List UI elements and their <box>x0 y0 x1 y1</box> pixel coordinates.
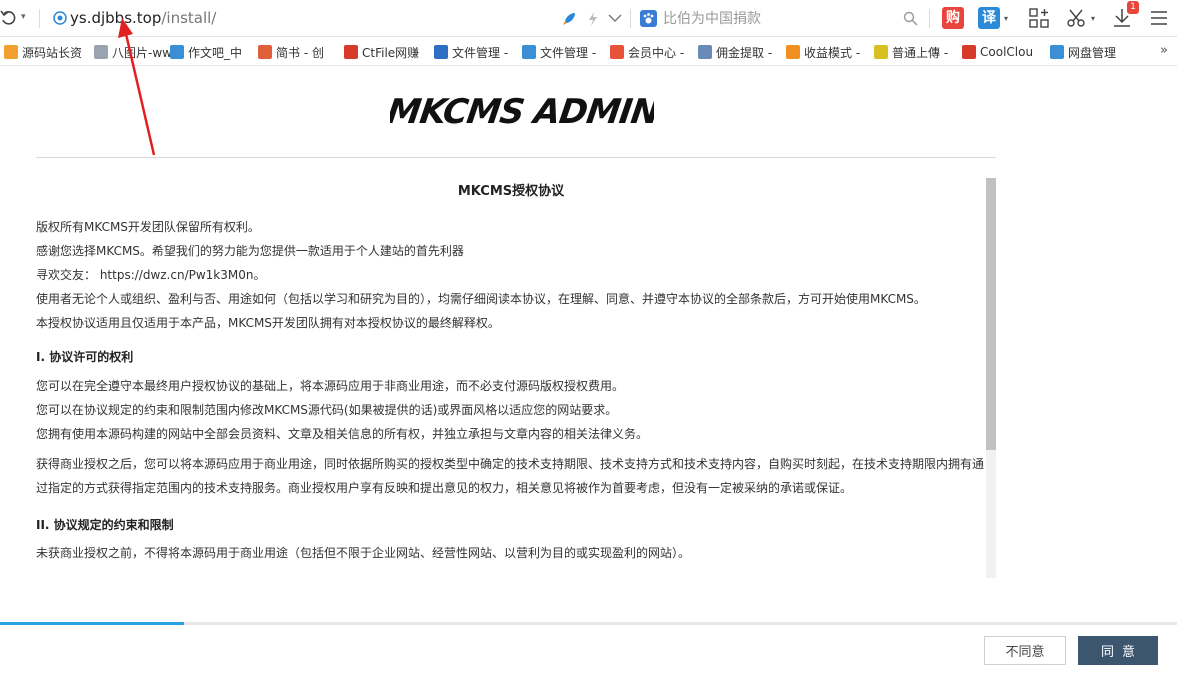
agree-button[interactable]: 同意 <box>1078 636 1158 665</box>
bookmark-label: 会员中心 - <box>628 45 685 60</box>
license-paragraph: 获得商业授权之后，您可以将本源码应用于商业用途，同时依据所购买的授权类型中确定的… <box>36 457 985 495</box>
bookmark-item[interactable]: 作文吧_中 <box>170 43 242 61</box>
chevron-down-icon[interactable]: ▾ <box>21 12 26 22</box>
license-paragraph: 感谢您选择MKCMS。希望我们的努力能为您提供一款适用于个人建站的首先利器 <box>36 244 464 258</box>
bookmark-favicon-icon <box>610 45 624 59</box>
license-paragraph: 版权所有MKCMS开发团队保留所有权利。 <box>36 220 260 234</box>
bookmark-item[interactable]: 文件管理 - <box>434 43 508 61</box>
chevron-down-icon[interactable]: ▾ <box>1004 14 1008 23</box>
license-paragraph: 使用者无论个人或组织、盈利与否、用途如何（包括以学习和研究为目的），均需仔细阅读… <box>36 292 926 306</box>
bookmark-label: 收益模式 - <box>804 45 861 60</box>
license-paragraph: 寻欢交友： https://dwz.cn/Pw1k3M0n。 <box>36 268 266 282</box>
back-icon[interactable] <box>0 9 18 27</box>
bookmark-favicon-icon <box>1050 45 1064 59</box>
bookmark-label: CoolClou <box>980 45 1034 59</box>
bookmark-favicon-icon <box>94 45 108 59</box>
shopping-button[interactable]: 购 <box>942 7 964 29</box>
url-path: /install/ <box>161 9 217 27</box>
bookmark-label: 简书 - 创 <box>276 45 324 60</box>
divider <box>39 9 40 28</box>
bookmark-favicon-icon <box>344 45 358 59</box>
bookmark-label: 文件管理 - <box>540 45 597 60</box>
address-bar: ▾ ys.djbbs.top/install/ 购 译 ▾ ▾ <box>0 0 1177 37</box>
bookmark-item[interactable]: 简书 - 创 <box>258 43 324 61</box>
divider <box>36 157 996 158</box>
bookmark-item[interactable]: CoolClou <box>962 43 1033 61</box>
license-paragraph: 未获商业授权之前，不得将本源码用于商业用途（包括但不限于企业网站、经营性网站、以… <box>36 546 691 560</box>
bookmark-favicon-icon <box>698 45 712 59</box>
url-field[interactable]: ys.djbbs.top/install/ <box>70 9 216 27</box>
bookmark-item[interactable]: 佣金提取 - <box>698 43 772 61</box>
bookmark-item[interactable]: 普通上傳 - <box>874 43 948 61</box>
bookmark-favicon-icon <box>786 45 800 59</box>
bookmark-item[interactable]: 八图片-ww <box>94 43 172 61</box>
chevron-down-icon[interactable]: ▾ <box>1091 14 1095 23</box>
translate-button[interactable]: 译 <box>978 7 1000 29</box>
install-progress-bar <box>0 622 184 625</box>
bookmark-favicon-icon <box>522 45 536 59</box>
section-heading: I. 协议许可的权利 <box>36 350 134 364</box>
bookmark-favicon-icon <box>874 45 888 59</box>
apps-grid-icon[interactable] <box>1029 8 1049 28</box>
menu-icon[interactable] <box>1150 10 1168 26</box>
bookmark-label: 源码站长资 <box>22 45 83 60</box>
bookmark-label: 网盘管理 <box>1068 45 1117 60</box>
divider <box>630 9 631 28</box>
url-host: ys.djbbs.top <box>70 9 162 27</box>
scrollbar-thumb[interactable] <box>986 178 996 450</box>
license-paragraph: 您可以在协议规定的约束和限制范围内修改MKCMS源代码(如果被提供的话)或界面风… <box>36 403 618 417</box>
bookmark-item[interactable]: CtFile网赚 <box>344 43 419 61</box>
license-title: MKCMS授权协议 <box>457 184 565 199</box>
bookmark-favicon-icon <box>434 45 448 59</box>
bookmark-item[interactable]: 文件管理 - <box>522 43 596 61</box>
divider <box>929 9 930 28</box>
license-paragraph: 本授权协议适用且仅适用于本产品，MKCMS开发团队拥有对本授权协议的最终解释权。 <box>36 316 500 330</box>
bookmark-favicon-icon <box>962 45 976 59</box>
bookmark-favicon-icon <box>170 45 184 59</box>
rocket-icon[interactable] <box>561 11 577 27</box>
section-heading: II. 协议规定的约束和限制 <box>36 518 174 532</box>
bookmarks-bar: 源码站长资 八图片-ww 作文吧_中 简书 - 创 CtFile网赚 文件管理 - 文件管理… <box>0 38 1177 66</box>
bookmarks-overflow-icon[interactable]: » <box>1160 43 1168 58</box>
scissors-icon[interactable] <box>1066 8 1086 28</box>
bookmark-label: 文件管理 - <box>452 45 509 60</box>
search-input[interactable] <box>663 8 903 30</box>
license-paragraph: 您可以在完全遵守本最终用户授权协议的基础上，将本源码应用于非商业用途，而不必支付… <box>36 379 625 393</box>
bookmark-label: CtFile网赚 <box>362 45 420 60</box>
license-paragraph: 您拥有使用本源码构建的网站中全部会员资料、文章及相关信息的所有权，并独立承担与文… <box>36 427 649 441</box>
bookmark-item[interactable]: 源码站长资 <box>4 43 82 61</box>
bookmark-item[interactable]: 网盘管理 <box>1050 43 1116 61</box>
logo-text: MKCMS ADMIN <box>390 92 654 130</box>
lightning-icon[interactable] <box>587 11 599 27</box>
license-agreement-panel[interactable]: MKCMS授权协议 版权所有MKCMS开发团队保留所有权利。 感谢您选择MKCM… <box>36 178 996 578</box>
mkcms-admin-logo: MKCMS ADMIN <box>390 92 654 130</box>
bookmark-favicon-icon <box>4 45 18 59</box>
bookmark-favicon-icon <box>258 45 272 59</box>
bookmark-label: 八图片-ww <box>112 45 172 60</box>
chevron-down-icon[interactable] <box>608 13 622 23</box>
site-shield-icon <box>53 11 67 25</box>
bookmark-label: 作文吧_中 <box>188 45 243 60</box>
paw-search-engine-icon[interactable] <box>640 10 657 27</box>
bookmark-item[interactable]: 会员中心 - <box>610 43 684 61</box>
bookmark-item[interactable]: 收益模式 - <box>786 43 860 61</box>
bookmark-label: 佣金提取 - <box>716 45 773 60</box>
search-icon[interactable] <box>903 11 918 26</box>
bookmark-label: 普通上傳 - <box>892 45 949 60</box>
disagree-button[interactable]: 不同意 <box>984 636 1066 665</box>
download-count-badge: 1 <box>1127 1 1139 14</box>
